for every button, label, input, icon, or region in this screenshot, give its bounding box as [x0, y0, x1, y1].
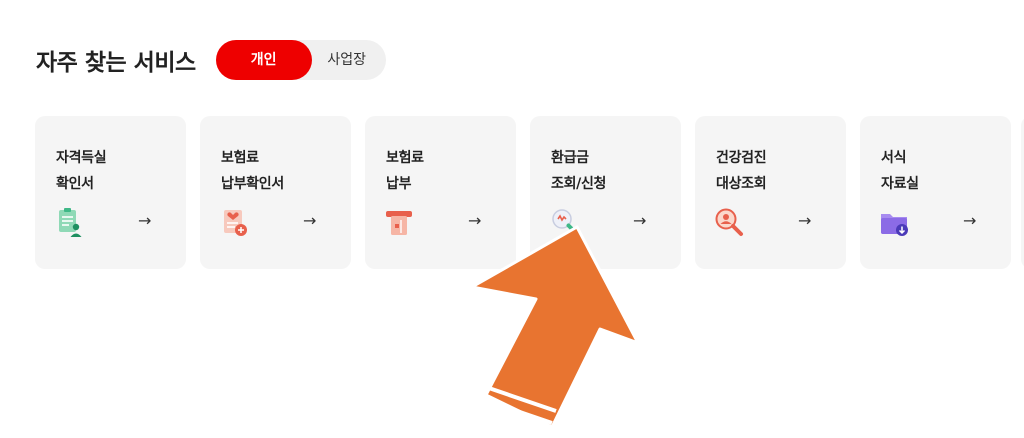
toggle-business-button[interactable]: 사업장 [312, 40, 382, 80]
checkup-search-icon [715, 208, 743, 236]
toggle-personal-button[interactable]: 개인 [215, 40, 312, 80]
card-payment-icon [386, 211, 412, 235]
card-title-line1: 보험료 [386, 150, 424, 166]
section-header: 자주 찾는 서비스 개인 사업장 [36, 40, 386, 80]
page: 자주 찾는 서비스 개인 사업장 자격득실 확인서 → 보험료 납부확인서 → … [0, 0, 1024, 438]
arrow-right-icon: → [798, 211, 812, 230]
service-card-checkup-inquiry[interactable]: 건강검진 대상조회 → [695, 116, 846, 269]
payment-receipt-icon [224, 210, 247, 236]
card-title-line1: 보험료 [221, 150, 259, 166]
arrow-right-icon: → [138, 211, 152, 230]
card-title-line1: 자격득실 [56, 150, 107, 166]
card-title-line1: 서식 [881, 150, 907, 166]
card-title-line2: 납부 [386, 176, 412, 192]
card-title: 보험료 납부 [386, 145, 424, 197]
card-title: 보험료 납부확인서 [221, 145, 284, 197]
arrow-right-icon: → [303, 211, 317, 230]
card-title: 서식 자료실 [881, 145, 919, 197]
service-card-form-library[interactable]: 서식 자료실 → [860, 116, 1011, 269]
card-title: 자격득실 확인서 [56, 145, 107, 197]
card-title: 건강검진 대상조회 [716, 145, 767, 197]
section-title: 자주 찾는 서비스 [36, 50, 196, 76]
service-card-qualification-certificate[interactable]: 자격득실 확인서 → [35, 116, 186, 269]
pointer-arrow-icon [470, 225, 640, 429]
service-card-payment-certificate[interactable]: 보험료 납부확인서 → [200, 116, 351, 269]
certificate-icon [59, 208, 82, 237]
card-title-line2: 조회/신청 [551, 176, 607, 192]
card-title: 환급금 조회/신청 [551, 145, 606, 197]
arrow-right-icon: → [963, 211, 977, 230]
card-title-line2: 자료실 [881, 176, 919, 192]
card-title-line2: 납부확인서 [221, 176, 284, 192]
card-title-line2: 대상조회 [716, 176, 767, 192]
card-title-line2: 확인서 [56, 176, 94, 192]
customer-type-toggle: 개인 사업장 [215, 40, 386, 80]
folder-download-icon [881, 214, 908, 236]
card-title-line1: 환급금 [551, 150, 589, 166]
card-title-line1: 건강검진 [716, 150, 767, 166]
